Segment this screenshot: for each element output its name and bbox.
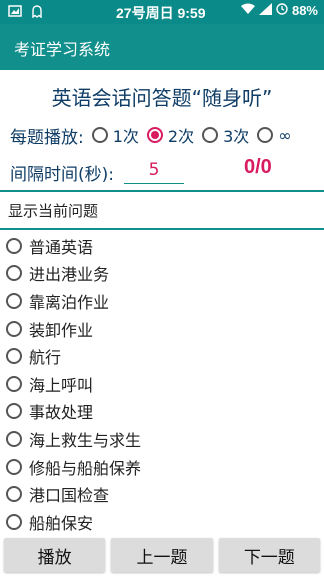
battery-text: 88% [291, 3, 318, 18]
radio-icon[interactable] [6, 458, 22, 475]
current-question-display: 显示当前问题 [8, 202, 99, 220]
radio-checked-icon[interactable] [146, 127, 163, 143]
radio-icon[interactable] [6, 403, 22, 420]
wifi-icon [240, 3, 255, 18]
category-label: 事故处理 [29, 403, 94, 423]
play-count-row: 每题播放: 1次 2次 3次 ∞ [10, 122, 320, 148]
category-label: 港口国检查 [29, 486, 110, 506]
progress-counter: 0/0 [244, 156, 272, 178]
play-count-option-infinite[interactable]: ∞ [257, 125, 292, 145]
category-label: 航行 [29, 348, 62, 368]
divider [0, 190, 324, 192]
divider [0, 228, 324, 230]
app-title: 考证学习系统 [14, 40, 111, 59]
category-item[interactable]: 修船与船舶保养 [6, 453, 316, 481]
page-heading: 英语会话问答题“随身听” [51, 86, 273, 110]
radio-icon[interactable] [6, 513, 22, 530]
category-label: 装卸作业 [29, 320, 94, 340]
category-item[interactable]: 港口国检查 [6, 480, 316, 508]
play-count-option-label: 1次 [112, 127, 139, 146]
previous-question-button[interactable]: 上一题 [111, 538, 213, 572]
play-count-option-2[interactable]: 2次 [146, 123, 195, 147]
interval-label: 间隔时间(秒): [10, 165, 114, 185]
status-time: 27号周日 9:59 [116, 5, 206, 21]
ghost-notification-icon [30, 4, 44, 19]
status-bar: 27号周日 9:59 88% [0, 0, 324, 24]
category-item[interactable]: 事故处理 [6, 398, 316, 426]
category-item[interactable]: 进出港业务 [6, 260, 316, 288]
interval-row: 间隔时间(秒): 5 0/0 [10, 156, 320, 185]
play-count-option-1[interactable]: 1次 [91, 123, 139, 147]
category-label: 靠离泊作业 [29, 292, 110, 312]
radio-icon[interactable] [6, 320, 22, 337]
interval-input[interactable]: 5 [124, 156, 184, 184]
signal-icon [258, 3, 272, 18]
play-count-label: 每题播放: [10, 127, 84, 148]
category-item[interactable]: 装卸作业 [6, 315, 316, 343]
category-item[interactable]: 海上救生与求生 [6, 425, 316, 453]
category-label: 修船与船舶保养 [29, 458, 142, 478]
category-item[interactable]: 靠离泊作业 [6, 287, 316, 315]
radio-icon[interactable] [6, 430, 22, 447]
category-label: 进出港业务 [29, 265, 110, 285]
play-count-option-3[interactable]: 3次 [202, 123, 249, 147]
play-count-option-label: ∞ [278, 125, 292, 145]
category-label: 船舶保安 [29, 513, 94, 533]
radio-icon[interactable] [6, 375, 22, 392]
category-label: 海上呼叫 [29, 375, 94, 395]
app-bar: 考证学习系统 [0, 24, 324, 70]
radio-icon[interactable] [202, 127, 219, 143]
radio-icon[interactable] [6, 292, 22, 309]
status-bar-system: 88% [240, 3, 318, 18]
status-bar-notifications [8, 4, 44, 19]
category-item[interactable]: 船舶保安 [6, 508, 316, 536]
radio-icon[interactable] [6, 348, 22, 365]
play-button[interactable]: 播放 [4, 538, 106, 572]
category-item[interactable]: 普通英语 [6, 232, 316, 260]
next-question-button[interactable]: 下一题 [218, 538, 320, 572]
category-item[interactable]: 海上呼叫 [6, 370, 316, 398]
radio-icon[interactable] [6, 265, 22, 282]
category-item[interactable]: 航行 [6, 342, 316, 370]
category-label: 普通英语 [29, 237, 94, 257]
bottom-button-bar: 播放 上一题 下一题 [0, 538, 324, 576]
category-label: 海上救生与求生 [29, 430, 142, 450]
play-count-option-label: 3次 [223, 127, 250, 146]
image-notification-icon [8, 4, 22, 18]
alarm-icon [276, 3, 288, 18]
radio-icon[interactable] [257, 127, 274, 143]
radio-icon[interactable] [91, 127, 108, 143]
category-list: 普通英语 进出港业务 靠离泊作业 装卸作业 航行 海上呼叫 事故处理 海上救生与… [6, 232, 316, 536]
radio-icon[interactable] [6, 237, 22, 254]
play-count-option-label: 2次 [167, 127, 195, 146]
radio-icon[interactable] [6, 486, 22, 503]
